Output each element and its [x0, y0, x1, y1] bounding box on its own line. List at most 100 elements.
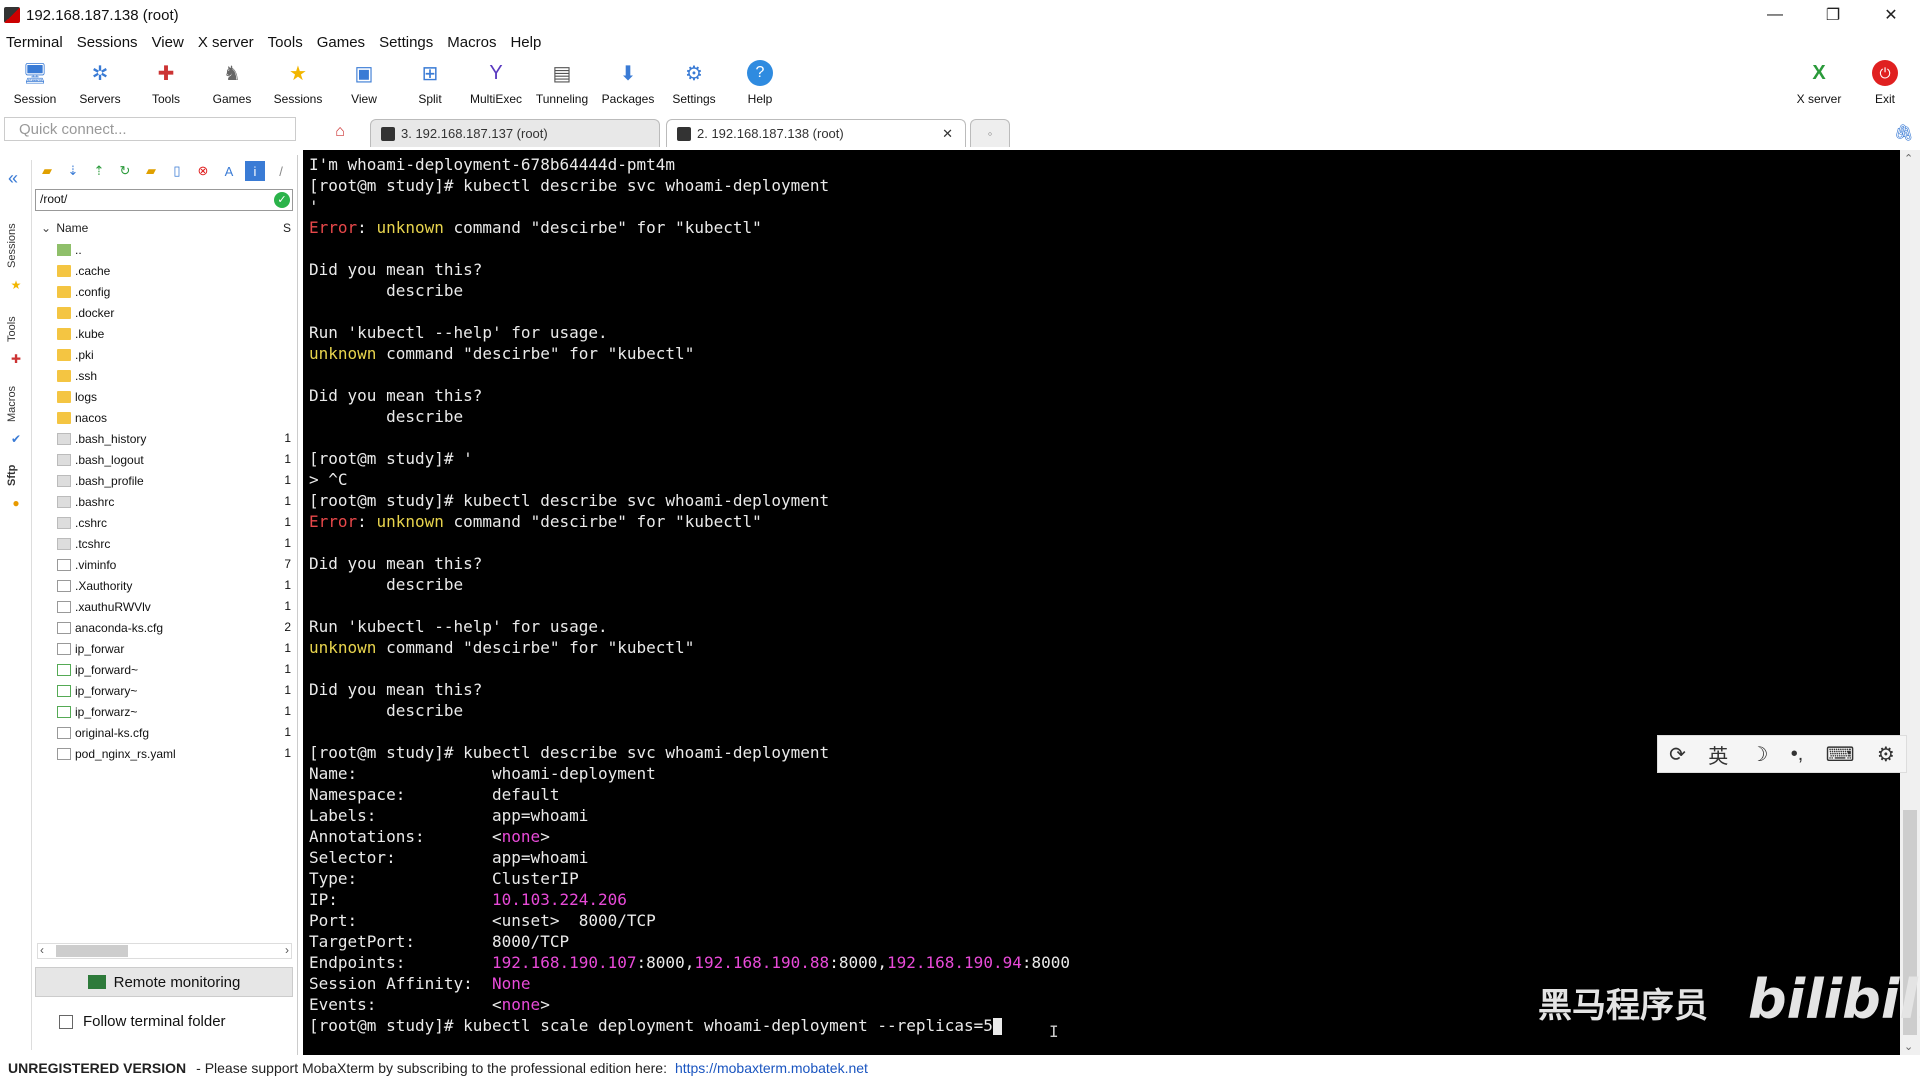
file-row[interactable]: anaconda-ks.cfg 2 — [33, 617, 295, 638]
restore-button[interactable]: ❐ — [1804, 0, 1862, 30]
properties-icon[interactable]: i — [245, 161, 265, 181]
ime-punctuation-icon[interactable]: •, — [1791, 743, 1804, 766]
path-ok-icon[interactable]: ✓ — [274, 192, 290, 208]
terminal-line: [root@m study]# ' — [309, 448, 1070, 469]
refresh-icon[interactable]: ↻ — [115, 161, 135, 181]
toolbar-sessions-button[interactable]: ★ Sessions — [265, 60, 331, 107]
toolbar-packages-button[interactable]: ⬇ Packages — [595, 60, 661, 107]
file-row[interactable]: .bashrc 1 — [33, 491, 295, 512]
toolbar-view-button[interactable]: ▣ View — [331, 60, 397, 107]
file-row[interactable]: ip_forwar 1 — [33, 638, 295, 659]
new-tab-button[interactable]: ◦ — [970, 119, 1010, 147]
toolbar-xserver-button[interactable]: X X server — [1786, 60, 1852, 107]
toolbar-tunneling-button[interactable]: ▤ Tunneling — [529, 60, 595, 107]
toolbar-exit-button[interactable]: ⏻ Exit — [1852, 60, 1918, 106]
file-row[interactable]: pod_nginx_rs.yaml 1 — [33, 743, 295, 764]
edit-icon[interactable]: / — [271, 161, 291, 181]
terminal-output[interactable]: I'm whoami-deployment-678b64444d-pmt4m [r… — [303, 150, 1900, 1055]
close-button[interactable]: ✕ — [1862, 0, 1920, 30]
file-row[interactable]: .config — [33, 281, 295, 302]
menu-settings[interactable]: Settings — [373, 34, 441, 51]
scroll-up-icon[interactable]: ⌃ — [1904, 152, 1913, 165]
toolbar-games-button[interactable]: ♞ Games — [199, 60, 265, 107]
new-folder-icon[interactable]: ▰ — [141, 161, 161, 181]
toolbar-session-button[interactable]: 🖥 Session — [2, 60, 68, 107]
menu-sessions[interactable]: Sessions — [71, 34, 146, 51]
follow-checkbox[interactable] — [59, 1014, 73, 1029]
home-tab-icon[interactable]: ⌂ — [314, 119, 366, 145]
toolbar-multiexec-button[interactable]: Y MultiExec — [463, 60, 529, 107]
side-tab-tools[interactable]: Tools — [6, 316, 18, 342]
file-row[interactable]: ip_forwary~ 1 — [33, 680, 295, 701]
file-row[interactable]: .tcshrc 1 — [33, 533, 295, 554]
file-row[interactable]: .bash_history 1 — [33, 428, 295, 449]
follow-terminal-folder[interactable]: Follow terminal folder — [59, 1013, 226, 1030]
horizontal-scrollbar[interactable]: ‹ › — [37, 943, 292, 959]
menu-terminal[interactable]: Terminal — [0, 34, 71, 51]
file-row[interactable]: .. — [33, 239, 295, 260]
file-row[interactable]: .ssh — [33, 365, 295, 386]
tab-label: 2. 192.168.187.138 (root) — [697, 126, 844, 141]
tab-close-icon[interactable]: ✕ — [942, 126, 953, 142]
attachment-icon[interactable]: 🖇 — [1894, 123, 1914, 143]
scroll-right-icon[interactable]: › — [285, 943, 289, 957]
upload-icon[interactable]: ⇡ — [89, 161, 109, 181]
file-row[interactable]: original-ks.cfg 1 — [33, 722, 295, 743]
mobaxterm-link[interactable]: https://mobaxterm.mobatek.net — [675, 1060, 868, 1076]
folder-icon — [57, 327, 71, 340]
file-name: ip_forwar — [75, 641, 125, 656]
toolbar-servers-button[interactable]: ✲ Servers — [67, 60, 133, 107]
tab-session-3[interactable]: 3. 192.168.187.137 (root) — [370, 119, 660, 147]
new-file-icon[interactable]: ▯ — [167, 161, 187, 181]
remote-monitoring-button[interactable]: Remote monitoring — [35, 967, 293, 997]
scroll-down-icon[interactable]: ⌄ — [1904, 1040, 1913, 1053]
file-row[interactable]: .cshrc 1 — [33, 512, 295, 533]
file-row[interactable]: .viminfo 7 — [33, 554, 295, 575]
quick-connect-input[interactable]: Quick connect... — [4, 117, 296, 141]
minimize-button[interactable]: — — [1746, 0, 1804, 30]
terminal-segment: None — [492, 974, 531, 993]
toolbar-help-button[interactable]: ? Help — [727, 60, 793, 106]
toolbar-settings-button[interactable]: ⚙ Settings — [661, 60, 727, 107]
menu-macros[interactable]: Macros — [441, 34, 504, 51]
ime-moon-icon[interactable]: ☽ — [1751, 742, 1769, 767]
file-row[interactable]: .bash_profile 1 — [33, 470, 295, 491]
file-row[interactable]: .pki — [33, 344, 295, 365]
tab-session-2[interactable]: 2. 192.168.187.138 (root) ✕ — [666, 119, 966, 147]
terminal-segment: [root@m study]# ' — [309, 449, 473, 468]
scroll-left-icon[interactable]: ‹ — [40, 943, 44, 957]
file-row[interactable]: logs — [33, 386, 295, 407]
file-row[interactable]: .kube — [33, 323, 295, 344]
side-tab-sessions[interactable]: Sessions — [6, 223, 18, 268]
delete-icon[interactable]: ⊗ — [193, 161, 213, 181]
collapse-chevron-icon[interactable]: « — [8, 168, 18, 189]
toolbar-split-button[interactable]: ⊞ Split — [397, 60, 463, 107]
side-tab-sftp[interactable]: Sftp — [6, 465, 18, 486]
file-row[interactable]: ip_forwarz~ 1 — [33, 701, 295, 722]
sftp-path-input[interactable]: /root/ ✓ — [35, 189, 293, 211]
toolbar-tools-button[interactable]: ✚ Tools — [133, 60, 199, 107]
terminal-scrollbar[interactable]: ⌃ ⌄ — [1900, 150, 1920, 1055]
file-row[interactable]: .bash_logout 1 — [33, 449, 295, 470]
file-row[interactable]: .docker — [33, 302, 295, 323]
file-list-header[interactable]: ⌄ Name S — [41, 221, 291, 235]
file-row[interactable]: nacos — [33, 407, 295, 428]
file-row[interactable]: .cache — [33, 260, 295, 281]
menu-xserver[interactable]: X server — [192, 34, 262, 51]
download-icon[interactable]: ⇣ — [63, 161, 83, 181]
file-row[interactable]: ip_forward~ 1 — [33, 659, 295, 680]
scroll-thumb[interactable] — [56, 945, 128, 957]
menu-tools[interactable]: Tools — [262, 34, 311, 51]
ime-keyboard-icon[interactable]: ⌨ — [1826, 742, 1855, 767]
menu-view[interactable]: View — [146, 34, 192, 51]
ime-settings-icon[interactable]: ⚙ — [1877, 742, 1895, 767]
file-row[interactable]: .xauthuRWVlv 1 — [33, 596, 295, 617]
menu-games[interactable]: Games — [311, 34, 373, 51]
ime-logo-icon[interactable]: ⟳ — [1669, 742, 1686, 767]
ime-language-toggle[interactable]: 英 — [1708, 740, 1728, 769]
upload-folder-icon[interactable]: ▰ — [37, 161, 57, 181]
rename-icon[interactable]: A — [219, 161, 239, 181]
menu-help[interactable]: Help — [504, 34, 549, 51]
file-row[interactable]: .Xauthority 1 — [33, 575, 295, 596]
side-tab-macros[interactable]: Macros — [6, 386, 18, 422]
